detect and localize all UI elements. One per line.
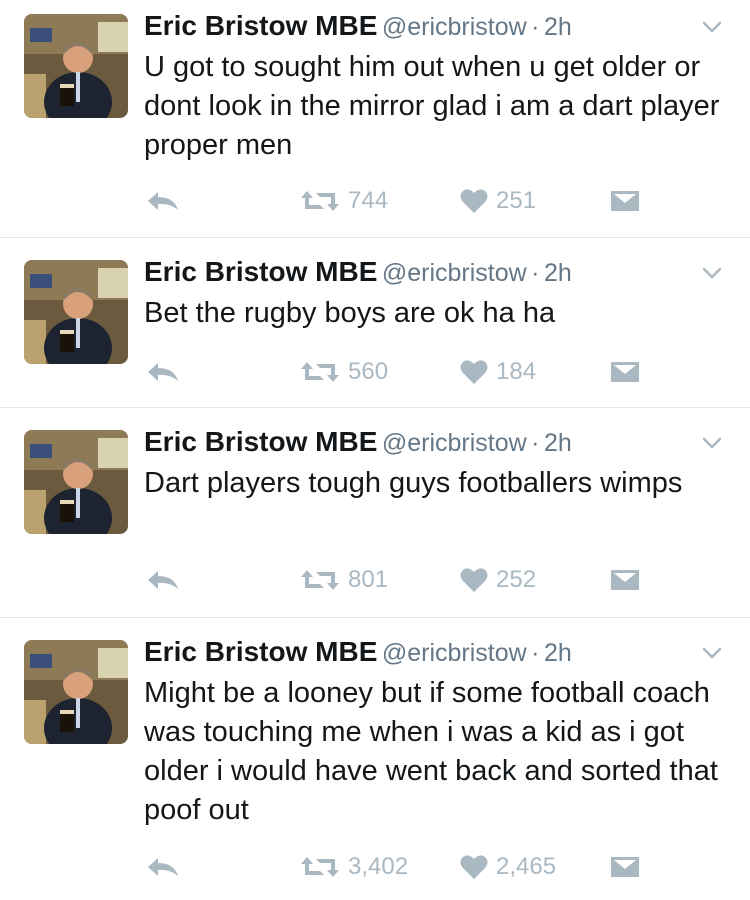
tweet[interactable]: Eric Bristow MBE @ericbristow · 2h Bet t… — [0, 238, 750, 408]
tweet-header: Eric Bristow MBE @ericbristow · 2h — [144, 426, 730, 464]
direct-message-button[interactable] — [610, 181, 640, 221]
avatar-photo — [24, 14, 128, 118]
timestamp[interactable]: 2h — [544, 13, 572, 41]
direct-message-icon — [611, 570, 639, 590]
reply-button[interactable] — [146, 560, 180, 600]
separator-dot: · — [531, 13, 540, 41]
chevron-down-icon[interactable] — [702, 646, 722, 660]
direct-message-icon — [611, 362, 639, 382]
retweet-button[interactable]: 801 — [300, 560, 388, 600]
avatar[interactable] — [24, 430, 128, 534]
tweet-header: Eric Bristow MBE @ericbristow · 2h — [144, 636, 730, 674]
chevron-down-icon[interactable] — [702, 20, 722, 34]
tweet-header: Eric Bristow MBE @ericbristow · 2h — [144, 10, 730, 48]
author-name[interactable]: Eric Bristow MBE — [144, 636, 377, 667]
avatar[interactable] — [24, 14, 128, 118]
direct-message-button[interactable] — [610, 847, 640, 887]
separator-dot: · — [531, 639, 540, 667]
tweet-header: Eric Bristow MBE @ericbristow · 2h — [144, 256, 730, 294]
like-count: 2,465 — [496, 853, 557, 880]
retweet-icon — [301, 570, 339, 590]
tweet-actions: 3,402 2,465 — [0, 847, 750, 887]
retweet-icon — [301, 857, 339, 877]
heart-icon — [460, 360, 488, 384]
reply-icon — [148, 858, 178, 876]
reply-icon — [148, 363, 178, 381]
like-count: 251 — [496, 187, 537, 214]
author-handle[interactable]: @ericbristow — [382, 13, 527, 41]
tweet-actions: 744 251 — [0, 181, 750, 221]
avatar-photo — [24, 430, 128, 534]
tweet[interactable]: Eric Bristow MBE @ericbristow · 2h U got… — [0, 0, 750, 238]
like-count: 184 — [496, 358, 537, 385]
direct-message-button[interactable] — [610, 352, 640, 392]
reply-icon — [148, 571, 178, 589]
like-count: 252 — [496, 566, 537, 593]
author-handle[interactable]: @ericbristow — [382, 259, 527, 287]
separator-dot: · — [531, 429, 540, 457]
separator-dot: · — [531, 259, 540, 287]
like-button[interactable]: 252 — [460, 560, 536, 600]
heart-icon — [460, 568, 488, 592]
retweet-button[interactable]: 3,402 — [300, 847, 408, 887]
tweet-timeline: Eric Bristow MBE @ericbristow · 2h U got… — [0, 0, 750, 900]
retweet-button[interactable]: 744 — [300, 181, 388, 221]
tweet-text: Might be a looney but if some football c… — [144, 677, 718, 826]
retweet-icon — [301, 191, 339, 211]
reply-button[interactable] — [146, 352, 180, 392]
avatar-photo — [24, 640, 128, 744]
direct-message-icon — [611, 191, 639, 211]
tweet-actions: 560 184 — [0, 352, 750, 392]
retweet-button[interactable]: 560 — [300, 352, 388, 392]
direct-message-button[interactable] — [610, 560, 640, 600]
direct-message-icon — [611, 857, 639, 877]
retweet-icon — [301, 362, 339, 382]
tweet[interactable]: Eric Bristow MBE @ericbristow · 2h Might… — [0, 618, 750, 900]
chevron-down-icon[interactable] — [702, 266, 722, 280]
timestamp[interactable]: 2h — [544, 639, 572, 667]
tweet-actions: 801 252 — [0, 560, 750, 600]
tweet-text: Dart players tough guys footballers wimp… — [144, 467, 683, 499]
author-name[interactable]: Eric Bristow MBE — [144, 10, 377, 41]
tweet-text: U got to sought him out when u get older… — [144, 51, 720, 161]
reply-button[interactable] — [146, 847, 180, 887]
retweet-count: 560 — [348, 358, 389, 385]
like-button[interactable]: 184 — [460, 352, 536, 392]
author-name[interactable]: Eric Bristow MBE — [144, 426, 377, 457]
reply-button[interactable] — [146, 181, 180, 221]
heart-icon — [460, 189, 488, 213]
chevron-down-icon[interactable] — [702, 436, 722, 450]
like-button[interactable]: 2,465 — [460, 847, 556, 887]
retweet-count: 744 — [348, 187, 389, 214]
retweet-count: 801 — [348, 566, 389, 593]
like-button[interactable]: 251 — [460, 181, 536, 221]
timestamp[interactable]: 2h — [544, 429, 572, 457]
author-handle[interactable]: @ericbristow — [382, 639, 527, 667]
author-handle[interactable]: @ericbristow — [382, 429, 527, 457]
avatar-photo — [24, 260, 128, 364]
timestamp[interactable]: 2h — [544, 259, 572, 287]
tweet-text: Bet the rugby boys are ok ha ha — [144, 297, 556, 329]
avatar[interactable] — [24, 640, 128, 744]
reply-icon — [148, 192, 178, 210]
heart-icon — [460, 855, 488, 879]
tweet[interactable]: Eric Bristow MBE @ericbristow · 2h Dart … — [0, 408, 750, 618]
author-name[interactable]: Eric Bristow MBE — [144, 256, 377, 287]
retweet-count: 3,402 — [348, 853, 409, 880]
avatar[interactable] — [24, 260, 128, 364]
